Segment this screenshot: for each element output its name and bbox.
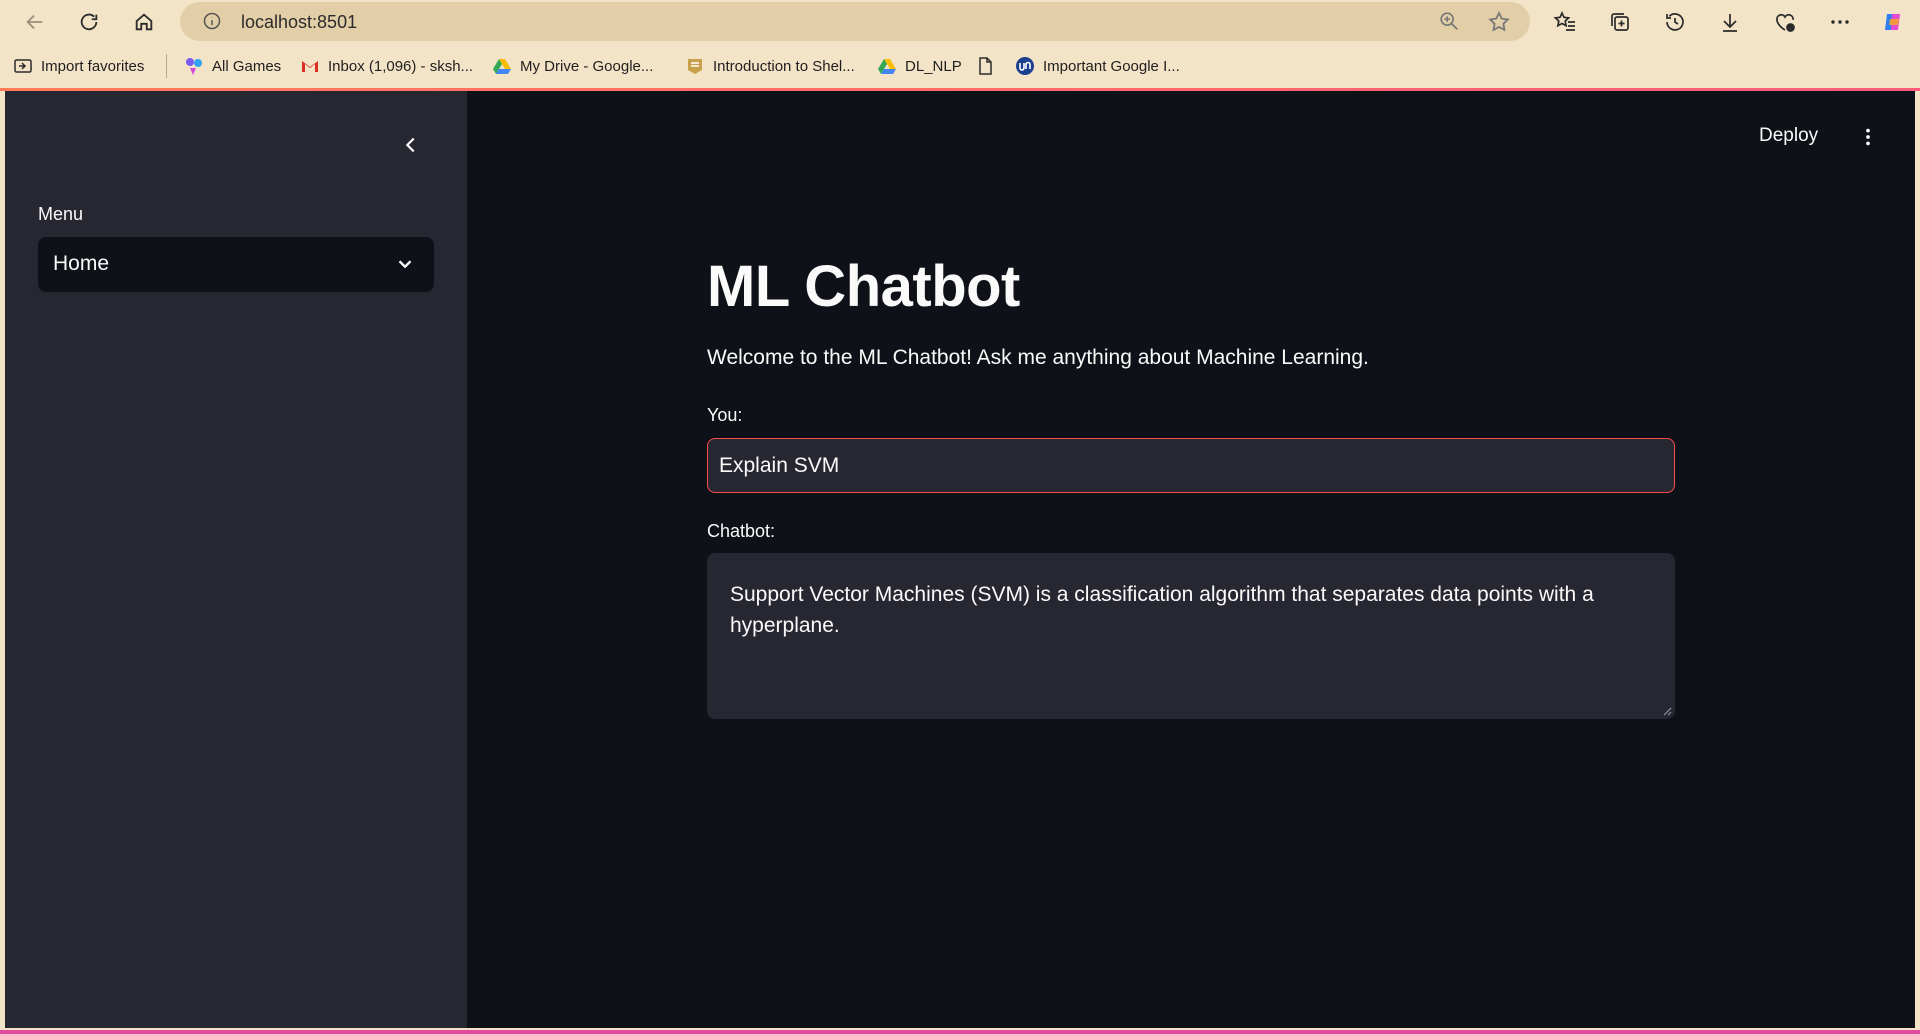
bookmarks-bar: Import favorites All Games Inbox (1,096)… [0, 47, 1920, 85]
games-icon [184, 56, 204, 76]
downloads-icon[interactable] [1717, 9, 1743, 35]
chatbot-label: Chatbot: [707, 521, 776, 541]
import-icon [13, 56, 33, 76]
menu-label: Menu [38, 204, 84, 224]
site-logo-icon [1015, 56, 1035, 76]
chatbot-response-area[interactable]: Support Vector Machines (SVM) is a class… [707, 553, 1675, 719]
collections-icon[interactable] [1607, 9, 1633, 35]
document-icon [975, 56, 995, 76]
bookmark-label: Introduction to Shel... [713, 57, 855, 75]
refresh-icon[interactable] [73, 6, 105, 38]
home-icon[interactable] [128, 6, 160, 38]
bookmark-label: Import favorites [41, 57, 145, 75]
window-bottom-border [0, 1030, 1920, 1034]
bookmark-label: All Games [212, 57, 282, 75]
google-drive-icon [877, 56, 897, 76]
zoom-icon[interactable] [1438, 10, 1460, 32]
copilot-icon[interactable] [1880, 9, 1906, 35]
bookmark-important-google[interactable]: Important Google I... [1015, 47, 1180, 85]
menu-select[interactable]: Home [38, 237, 434, 292]
google-drive-icon [492, 56, 512, 76]
chevron-down-icon [398, 260, 412, 269]
chevron-left-icon [405, 137, 415, 153]
you-input[interactable] [707, 438, 1675, 493]
main-menu-button[interactable] [1855, 124, 1881, 150]
address-bar[interactable]: localhost:8501 [180, 2, 1530, 41]
bookmark-label: My Drive - Google... [520, 57, 654, 75]
gmail-icon [300, 56, 320, 76]
bookmark-untitled-document[interactable] [975, 47, 1003, 85]
browser-essentials-icon[interactable] [1772, 9, 1798, 35]
collapse-sidebar-button[interactable] [395, 129, 427, 161]
favorites-icon[interactable] [1552, 9, 1578, 35]
deploy-button[interactable]: Deploy [1759, 125, 1818, 147]
bookmark-separator [166, 54, 167, 78]
sidebar: Menu Home [5, 91, 467, 1028]
page-title: ML Chatbot [707, 254, 1020, 319]
bookmark-dl-nlp[interactable]: DL_NLP [877, 47, 962, 85]
back-icon[interactable] [19, 6, 51, 38]
bookmark-label: Inbox (1,096) - sksh... [328, 57, 474, 75]
info-icon[interactable] [202, 11, 222, 31]
bookmark-label: DL_NLP [905, 57, 962, 75]
welcome-text: Welcome to the ML Chatbot! Ask me anythi… [707, 346, 1369, 369]
course-icon [685, 56, 705, 76]
bookmark-introduction-to-shel[interactable]: Introduction to Shel... [685, 47, 855, 85]
more-options-icon[interactable] [1827, 9, 1853, 35]
bookmark-label: Important Google I... [1043, 57, 1180, 75]
chatbot-response-text: Support Vector Machines (SVM) is a class… [730, 583, 1594, 637]
resize-handle-icon[interactable] [1662, 706, 1672, 716]
bookmark-my-drive[interactable]: My Drive - Google... [492, 47, 653, 85]
you-label: You: [707, 405, 743, 425]
app-window: Menu Home Deploy ML Chatbot Welcome to t… [5, 91, 1915, 1028]
bookmark-import-favorites[interactable]: Import favorites [13, 47, 144, 85]
bookmark-gmail-inbox[interactable]: Inbox (1,096) - sksh... [300, 47, 473, 85]
browser-toolbar: localhost:8501 [0, 0, 1920, 43]
bookmark-all-games[interactable]: All Games [184, 47, 281, 85]
address-url[interactable]: localhost:8501 [241, 12, 357, 33]
favorite-star-icon[interactable] [1487, 10, 1511, 34]
menu-selected-value: Home [53, 252, 110, 275]
kebab-menu-icon [1866, 128, 1870, 146]
history-icon[interactable] [1662, 9, 1688, 35]
